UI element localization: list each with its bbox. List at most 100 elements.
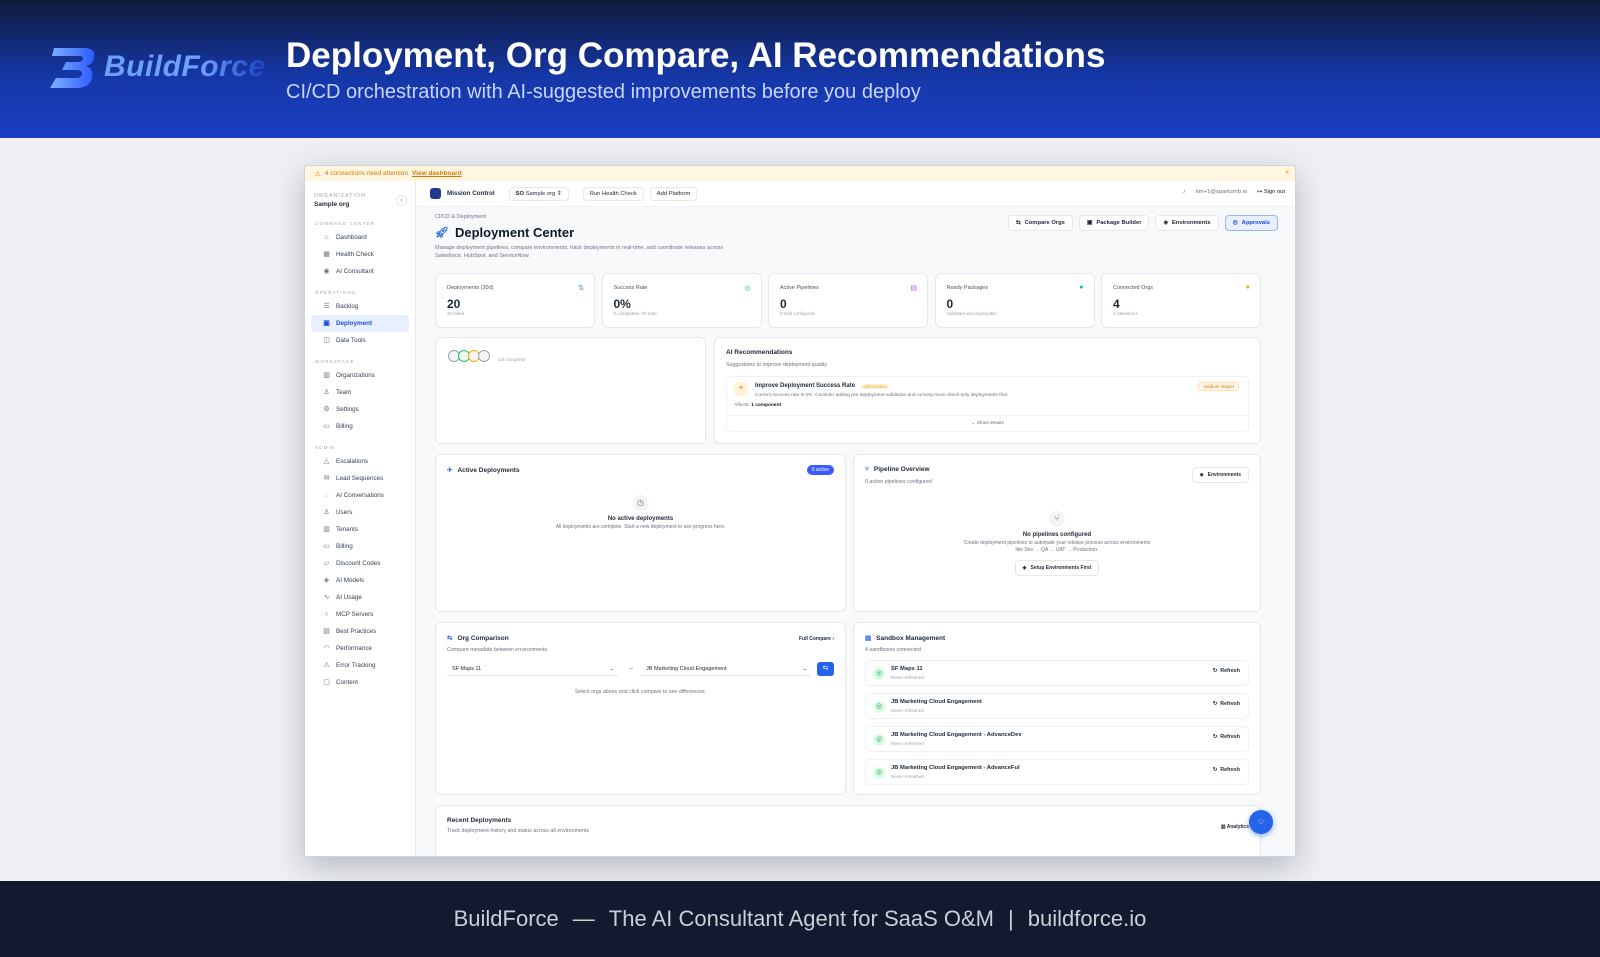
sign-out-icon: ↦ — [1257, 189, 1263, 195]
sidebar-item-team[interactable]: ♙ Team — [311, 384, 409, 401]
refresh-button[interactable]: ↻ Refresh — [1213, 734, 1240, 740]
deployment-progress-card: 1/4 complete — [435, 337, 706, 444]
package-builder-button[interactable]: ▣ Package Builder — [1078, 215, 1150, 231]
run-health-check-button[interactable]: Run Health Check — [582, 186, 644, 201]
sidebar-item-ai-consultant[interactable]: ◉ AI Consultant — [311, 263, 409, 280]
pipeline-subtitle: 0 active pipelines configured — [865, 479, 932, 485]
target-org-select[interactable]: JB Marketing Cloud Engagement ⌄ — [641, 663, 811, 676]
org-label: ORGANIZATION — [314, 193, 367, 199]
sidebar-item-deployment[interactable]: ▣ Deployment — [311, 315, 409, 332]
chevron-right-icon: › — [832, 636, 834, 642]
sign-out-button[interactable]: ↦ Sign out — [1257, 189, 1285, 195]
approvals-button[interactable]: ◎ Approvals — [1224, 215, 1278, 231]
chevron-down-icon: ⌄ — [971, 421, 976, 426]
alert-text: 4 connections need attention — [324, 170, 408, 177]
org-selector[interactable]: SO Sample org ⇕ — [508, 186, 569, 201]
refresh-button[interactable]: ↻ Refresh — [1213, 701, 1240, 707]
rocket-icon: ✈ — [447, 467, 453, 474]
mission-control-icon — [430, 188, 441, 199]
branch-icon: ⑂ — [865, 466, 869, 473]
sidebar-item-icon: ◌ — [324, 492, 329, 499]
sidebar-item-label: AI Conversations — [336, 492, 384, 499]
sidebar-item-icon: ▭ — [323, 423, 330, 430]
progress-text: 1/4 complete — [498, 358, 526, 363]
mission-control-label[interactable]: Mission Control — [447, 190, 495, 197]
source-org-select[interactable]: SF Maps 11 ⌄ — [447, 663, 618, 676]
sidebar-item-users[interactable]: ♙ Users — [311, 504, 409, 521]
compare-orgs-button[interactable]: ⇆ Compare Orgs — [1007, 215, 1073, 231]
refresh-label: Refresh — [1220, 701, 1240, 707]
breadcrumb[interactable]: CI/CD & Deployment — [435, 214, 486, 220]
full-compare-button[interactable]: Full Compare › — [799, 636, 834, 642]
sidebar-item-data-tools[interactable]: ◫ Data Tools — [311, 332, 409, 349]
sidebar-item-ai-usage[interactable]: ∿ AI Usage — [311, 589, 409, 606]
stat-value: 4 — [1113, 297, 1120, 311]
sidebar-item-icon: ∿ — [323, 594, 330, 601]
connection-alert: ⚠ 4 connections need attention View dash… — [305, 166, 1295, 181]
stat-value: 0 — [780, 297, 787, 311]
target-org-value: JB Marketing Cloud Engagement — [646, 666, 727, 672]
sidebar-item-best-practices[interactable]: ▤ Best Practices — [311, 623, 409, 640]
footer-url[interactable]: buildforce.io — [1028, 906, 1147, 932]
sidebar-item-escalations[interactable]: △ Escalations — [311, 453, 409, 470]
sidebar-item-label: Tenants — [336, 526, 359, 533]
sidebar-item-label: AI Usage — [336, 594, 362, 601]
environments-button[interactable]: ◈ Environments — [1191, 467, 1249, 483]
analytics-button[interactable]: ▥ Analytics — [1221, 824, 1249, 830]
show-details-button[interactable]: ⌄ Show details — [727, 415, 1248, 426]
sandbox-name: SF Maps 11 — [891, 666, 923, 672]
sidebar-item-performance[interactable]: ◠ Performance — [311, 640, 409, 657]
sandbox-subtitle: 4 sandboxes connected — [865, 647, 921, 653]
sidebar-item-dashboard[interactable]: ⌂ Dashboard — [311, 229, 409, 246]
sidebar-item-ai-models[interactable]: ◈ AI Models — [311, 572, 409, 589]
sidebar-item-billing[interactable]: ▭ Billing — [311, 418, 409, 435]
stat-label: Ready Packages — [946, 285, 989, 291]
app-screenshot: ⚠ 4 connections need attention View dash… — [304, 165, 1296, 857]
sidebar-item-health-check[interactable]: ▦ Health Check — [311, 246, 409, 263]
recommendation-tag: optimization — [860, 384, 891, 389]
sidebar-item-billing[interactable]: ▭ Billing — [311, 538, 409, 555]
sidebar-item-icon: ◫ — [323, 337, 330, 344]
hero-subtitle: CI/CD orchestration with AI-suggested im… — [286, 81, 921, 103]
refresh-button[interactable]: ↻ Refresh — [1213, 767, 1240, 773]
stat-label: Success Rate — [613, 285, 648, 291]
recent-deployments-title: Recent Deployments — [447, 817, 512, 824]
sidebar-item-content[interactable]: ▢ Content — [311, 674, 409, 691]
sidebar-item-organizations[interactable]: ▥ Organizations — [311, 367, 409, 384]
org-comparison-title: Org Comparison — [457, 634, 509, 642]
sidebar-item-backlog[interactable]: ☰ Backlog — [311, 298, 409, 315]
sidebar-item-lead-sequences[interactable]: ✉ Lead Sequences — [311, 470, 409, 487]
sidebar-item-icon: ▥ — [323, 526, 330, 533]
sidebar-item-mcp-servers[interactable]: ○ MCP Servers — [311, 606, 409, 623]
org-name[interactable]: Sample org — [314, 201, 349, 208]
sidebar-item-label: Users — [336, 509, 353, 516]
sidebar-item-ai-conversations[interactable]: ◌ AI Conversations — [311, 487, 409, 504]
environments-button[interactable]: ◈ Environments — [1155, 215, 1219, 231]
bell-icon[interactable]: ♪ — [1183, 189, 1186, 195]
refresh-button[interactable]: ↻ Refresh — [1213, 668, 1240, 674]
sidebar-item-icon: ▥ — [323, 372, 330, 379]
sidebar-item-discount-codes[interactable]: ▱ Discount Codes — [311, 555, 409, 572]
sidebar-item-error-tracking[interactable]: ⚠ Error Tracking — [311, 657, 409, 674]
add-platform-button[interactable]: Add Platform — [649, 186, 698, 201]
header-button-label: Compare Orgs — [1024, 220, 1065, 226]
recommendation-item[interactable]: ✦ Improve Deployment Success Rate optimi… — [726, 376, 1249, 432]
collapse-sidebar-button[interactable]: ‹ — [396, 195, 407, 206]
sidebar-item-tenants[interactable]: ▥ Tenants — [311, 521, 409, 538]
sidebar-item-settings[interactable]: ⚙ Settings — [311, 401, 409, 418]
setup-environments-button[interactable]: ◈ Setup Environments First — [1014, 560, 1100, 576]
sidebar-item-icon: ▱ — [323, 560, 330, 567]
view-dashboard-link[interactable]: View dashboard — [412, 170, 462, 177]
run-compare-button[interactable]: ⇆ — [817, 662, 834, 676]
impact-badge: medium impact — [1198, 382, 1239, 391]
chat-fab-button[interactable]: ◌ — [1249, 810, 1273, 834]
sandbox-status: Never refreshed — [891, 675, 924, 680]
footer-tagline: The AI Consultant Agent for SaaS O&M — [608, 906, 994, 931]
check-circle-icon: ◎ — [873, 668, 885, 680]
stat-sub: Validated and deployable — [946, 311, 997, 316]
stat-sub: 4 Salesforce — [1113, 311, 1139, 316]
sidebar-item-label: Deployment — [336, 320, 373, 327]
sidebar-section-label: OPERATIONS — [315, 290, 357, 295]
close-icon[interactable]: × — [1285, 169, 1289, 176]
sidebar-item-label: Billing — [336, 543, 353, 550]
